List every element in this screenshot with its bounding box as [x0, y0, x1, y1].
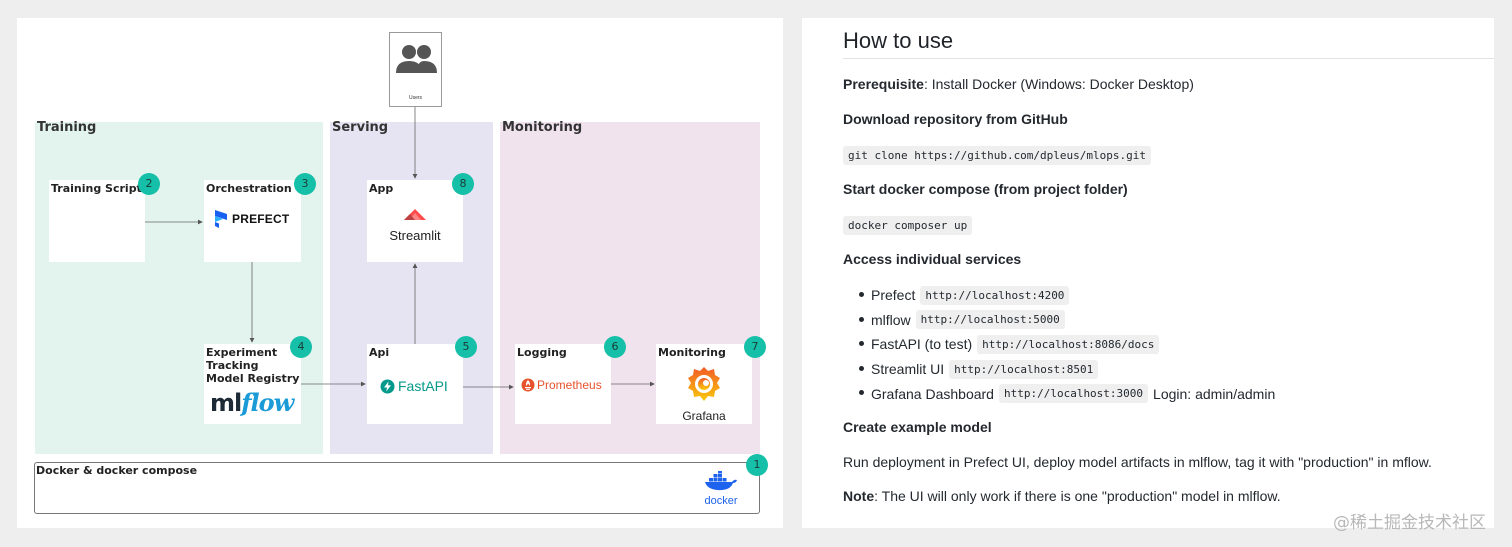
- monitoring-label: Monitoring: [658, 346, 726, 359]
- fastapi-logo: FastAPI: [380, 378, 448, 394]
- step-badge-2: 2: [138, 173, 160, 195]
- users-label: Users: [408, 95, 423, 101]
- prometheus-flame-icon: [521, 378, 535, 392]
- service-name: mlflow: [871, 311, 911, 328]
- architecture-diagram: Training Serving Monitoring Users Traini…: [17, 18, 783, 528]
- note-paragraph: Note: The UI will only work if there is …: [843, 488, 1281, 504]
- docker-compose-box: Docker & docker compose docker: [34, 462, 760, 514]
- title-divider: [843, 58, 1494, 59]
- service-url[interactable]: http://localhost:8086/docs: [977, 334, 1160, 354]
- mlflow-logo: ml flow: [210, 388, 294, 417]
- mlflow-logo-ml: ml: [210, 389, 242, 417]
- clone-command-block: git clone https://github.com/dpleus/mlop…: [843, 146, 1152, 165]
- list-item: Grafana Dashboard http://localhost:3000 …: [857, 381, 1275, 406]
- fastapi-logo-text: FastAPI: [398, 378, 448, 394]
- service-name: Prefect: [871, 287, 916, 304]
- compose-command[interactable]: docker composer up: [843, 216, 973, 235]
- experiment-label-line-2: Tracking: [206, 359, 259, 372]
- prefect-icon: [215, 210, 227, 228]
- docker-compose-label: Docker & docker compose: [36, 464, 198, 477]
- logging-label: Logging: [517, 346, 567, 359]
- service-url[interactable]: http://localhost:4200: [920, 285, 1070, 305]
- how-to-use-panel: How to use Prerequisite: Install Docker …: [802, 18, 1494, 528]
- prerequisite-paragraph: Prerequisite: Install Docker (Windows: D…: [843, 76, 1194, 92]
- list-item: Prefect http://localhost:4200: [857, 283, 1275, 308]
- docker-logo: docker: [699, 470, 743, 507]
- api-label: Api: [369, 346, 390, 359]
- experiment-label-line-1: Experiment: [206, 346, 278, 359]
- experiment-tracking-label: Experiment Tracking Model Registry: [206, 346, 299, 385]
- logging-card: Logging Prometheus: [515, 344, 611, 424]
- orchestration-card: Orchestration PREFECT: [204, 180, 301, 262]
- monitoring-region-title: Monitoring: [502, 120, 583, 135]
- app-label: App: [369, 182, 394, 195]
- clone-command[interactable]: git clone https://github.com/dpleus/mlop…: [843, 146, 1152, 165]
- step-badge-4: 4: [290, 336, 312, 358]
- compose-command-block: docker composer up: [843, 216, 973, 235]
- training-script-label: Training Script: [51, 182, 142, 195]
- monitoring-card: Monitoring Grafana: [656, 344, 752, 424]
- prerequisite-label: Prerequisite: [843, 76, 924, 92]
- note-label: Note: [843, 488, 875, 504]
- experiment-label-line-3: Model Registry: [206, 372, 300, 385]
- streamlit-logo: Streamlit: [367, 208, 463, 243]
- grafana-logo-text: Grafana: [682, 409, 726, 423]
- step-badge-7: 7: [744, 336, 766, 358]
- mlflow-logo-flow: flow: [241, 388, 294, 417]
- users-node: Users: [389, 32, 442, 107]
- note-text: : The UI will only work if there is one …: [874, 488, 1281, 504]
- experiment-tracking-card: Experiment Tracking Model Registry ml flo…: [204, 344, 301, 424]
- step-badge-6: 6: [604, 336, 626, 358]
- services-list: Prefect http://localhost:4200 mlflow htt…: [857, 283, 1275, 406]
- create-model-heading: Create example model: [843, 419, 992, 435]
- service-url[interactable]: http://localhost:8501: [949, 359, 1099, 379]
- users-icon: [396, 45, 437, 73]
- fastapi-bolt-icon: [380, 379, 395, 393]
- download-heading: Download repository from GitHub: [843, 111, 1068, 127]
- page-title: How to use: [843, 28, 954, 53]
- grafana-logo: Grafana: [656, 364, 752, 423]
- prometheus-logo-text: Prometheus: [537, 378, 602, 392]
- list-item: Streamlit UI http://localhost:8501: [857, 357, 1275, 382]
- service-name: Streamlit UI: [871, 361, 945, 378]
- docker-whale-icon: [705, 470, 737, 491]
- service-name: FastAPI (to test): [871, 336, 973, 353]
- step-badge-1: 1: [746, 454, 768, 476]
- service-login: Login: admin/admin: [1153, 385, 1276, 402]
- grafana-icon: [688, 367, 720, 401]
- service-name: Grafana Dashboard: [871, 385, 994, 402]
- service-url[interactable]: http://localhost:3000: [998, 384, 1149, 404]
- compose-heading: Start docker compose (from project folde…: [843, 181, 1128, 197]
- app-card: App Streamlit: [367, 180, 463, 262]
- training-region-title: Training: [37, 120, 97, 135]
- access-heading: Access individual services: [843, 251, 1022, 267]
- watermark: @稀土掘金技术社区: [1333, 513, 1486, 533]
- service-url[interactable]: http://localhost:5000: [915, 310, 1065, 330]
- step-badge-8: 8: [452, 173, 474, 195]
- training-script-card: Training Script: [49, 180, 145, 262]
- api-card: Api FastAPI: [367, 344, 463, 424]
- step-badge-3: 3: [294, 173, 316, 195]
- list-item: FastAPI (to test) http://localhost:8086/…: [857, 332, 1275, 357]
- run-deployment-text: Run deployment in Prefect UI, deploy mod…: [843, 454, 1432, 470]
- streamlit-logo-text: Streamlit: [389, 228, 441, 243]
- streamlit-icon: [404, 209, 426, 220]
- prefect-logo: PREFECT: [214, 210, 289, 228]
- docker-logo-text: docker: [704, 495, 738, 507]
- prometheus-logo: Prometheus: [521, 378, 602, 392]
- list-item: mlflow http://localhost:5000: [857, 308, 1275, 333]
- prefect-logo-text: PREFECT: [232, 212, 290, 226]
- step-badge-5: 5: [455, 336, 477, 358]
- orchestration-label: Orchestration: [206, 182, 292, 195]
- serving-region-title: Serving: [332, 120, 389, 135]
- prerequisite-text: : Install Docker (Windows: Docker Deskto…: [923, 76, 1194, 92]
